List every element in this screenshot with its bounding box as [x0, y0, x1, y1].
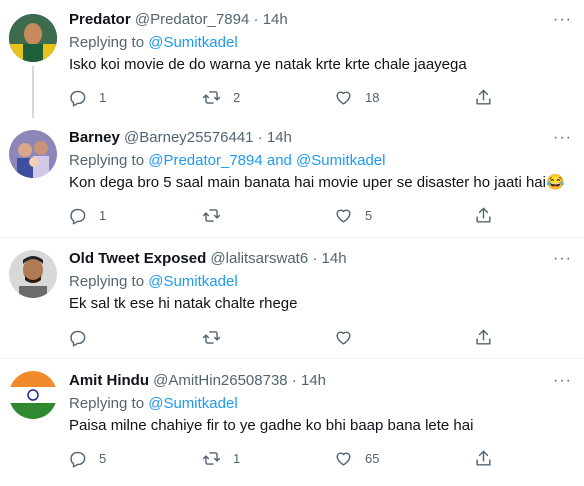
- tweet-header: Amit Hindu @AmitHin26508738 · 14h: [69, 371, 326, 391]
- replying-label: Replying to: [69, 395, 145, 412]
- avatar[interactable]: [9, 371, 57, 419]
- replying-to: Replying to @Sumitkadel: [69, 33, 238, 53]
- separator: ·: [312, 250, 318, 267]
- like-count: 18: [365, 90, 380, 105]
- user-handle[interactable]: @Barney25576441: [124, 129, 254, 146]
- display-name[interactable]: Amit Hindu: [69, 372, 149, 389]
- tweet[interactable]: Amit Hindu @AmitHin26508738 · 14h ··· Re…: [0, 359, 584, 486]
- separator: ·: [257, 129, 263, 146]
- reply-button[interactable]: 1: [68, 206, 106, 225]
- like-icon: [336, 331, 351, 345]
- avatar[interactable]: [9, 130, 57, 178]
- share-icon: [476, 89, 491, 105]
- reply-count: 5: [99, 451, 107, 466]
- tweet-text: Paisa milne chahiye fir to ye gadhe ko b…: [69, 417, 474, 434]
- retweet-button[interactable]: 2: [202, 88, 240, 107]
- timestamp[interactable]: 14h: [301, 372, 326, 389]
- action-bar: 1 2 18: [68, 88, 498, 108]
- like-icon: [336, 91, 351, 105]
- mention-link[interactable]: @Sumitkadel: [148, 34, 237, 51]
- like-icon: [336, 209, 351, 223]
- tweet-text: Kon dega bro 5 saal main banata hai movi…: [69, 174, 565, 191]
- reply-count: 1: [99, 90, 107, 105]
- tweet[interactable]: Old Tweet Exposed @lalitsarswat6 · 14h ·…: [0, 238, 584, 359]
- timestamp[interactable]: 14h: [267, 129, 292, 146]
- tweet-header: Predator @Predator_7894 · 14h: [69, 10, 288, 30]
- reply-button[interactable]: 1: [68, 88, 106, 107]
- share-button[interactable]: [474, 88, 493, 107]
- timestamp[interactable]: 14h: [322, 250, 347, 267]
- like-button[interactable]: 18: [334, 88, 379, 107]
- user-handle[interactable]: @AmitHin26508738: [153, 372, 287, 389]
- share-button[interactable]: [474, 328, 493, 347]
- action-bar: 1 5: [68, 206, 498, 226]
- replying-label: Replying to: [69, 152, 145, 169]
- more-icon[interactable]: ···: [553, 373, 572, 389]
- tweet[interactable]: Predator @Predator_7894 · 14h ··· Replyi…: [0, 0, 584, 118]
- retweet-icon: [202, 331, 221, 344]
- like-count: 65: [365, 451, 380, 466]
- more-icon[interactable]: ···: [553, 12, 572, 28]
- like-count: 5: [365, 208, 373, 223]
- mention-link[interactable]: @Sumitkadel: [148, 273, 237, 290]
- replying-label: Replying to: [69, 34, 145, 51]
- avatar-image: [9, 130, 57, 178]
- tweet-header: Barney @Barney25576441 · 14h: [69, 128, 292, 148]
- retweet-count: 1: [233, 451, 241, 466]
- replying-to: Replying to @Sumitkadel: [69, 272, 238, 292]
- reply-button[interactable]: [68, 328, 99, 347]
- separator: ·: [291, 372, 297, 389]
- action-bar: 5 1 65: [68, 449, 498, 469]
- tweet-text: Isko koi movie de do warna ye natak krte…: [69, 56, 467, 73]
- avatar[interactable]: [9, 250, 57, 298]
- tweet-text: Ek sal tk ese hi natak chalte rhege: [69, 295, 298, 312]
- timestamp[interactable]: 14h: [263, 11, 288, 28]
- like-button[interactable]: 65: [334, 449, 379, 468]
- thread-line: [32, 66, 34, 118]
- retweet-count: 2: [233, 90, 241, 105]
- display-name[interactable]: Old Tweet Exposed: [69, 250, 206, 267]
- share-button[interactable]: [474, 449, 493, 468]
- avatar-image: [9, 371, 57, 419]
- more-icon[interactable]: ···: [553, 130, 572, 146]
- share-icon: [476, 207, 491, 223]
- more-icon[interactable]: ···: [553, 251, 572, 267]
- replying-to: Replying to @Sumitkadel: [69, 394, 238, 414]
- retweet-button[interactable]: [202, 206, 233, 225]
- avatar-image: [9, 250, 57, 298]
- action-bar: [68, 328, 498, 348]
- mention-link[interactable]: @Sumitkadel: [148, 395, 237, 412]
- retweet-icon: [202, 452, 221, 465]
- mention-link[interactable]: @Predator_7894 and @Sumitkadel: [148, 152, 385, 169]
- reply-button[interactable]: 5: [68, 449, 106, 468]
- replying-to: Replying to @Predator_7894 and @Sumitkad…: [69, 151, 385, 171]
- avatar-image: [9, 14, 57, 62]
- reply-icon: [70, 330, 86, 347]
- like-icon: [336, 452, 351, 466]
- retweet-button[interactable]: 1: [202, 449, 240, 468]
- reply-icon: [70, 208, 86, 225]
- tweet[interactable]: Barney @Barney25576441 · 14h ··· Replyin…: [0, 118, 584, 238]
- replying-label: Replying to: [69, 273, 145, 290]
- retweet-icon: [202, 91, 221, 104]
- user-handle[interactable]: @lalitsarswat6: [210, 250, 308, 267]
- retweet-button[interactable]: [202, 328, 233, 347]
- reply-icon: [70, 90, 86, 107]
- display-name[interactable]: Barney: [69, 129, 120, 146]
- separator: ·: [253, 11, 259, 28]
- share-button[interactable]: [474, 206, 493, 225]
- like-button[interactable]: 5: [334, 206, 372, 225]
- like-button[interactable]: [334, 328, 365, 347]
- retweet-icon: [202, 209, 221, 222]
- avatar[interactable]: [9, 14, 57, 62]
- reply-count: 1: [99, 208, 107, 223]
- user-handle[interactable]: @Predator_7894: [135, 11, 249, 28]
- display-name[interactable]: Predator: [69, 11, 131, 28]
- share-icon: [476, 450, 491, 466]
- tweet-header: Old Tweet Exposed @lalitsarswat6 · 14h: [69, 249, 347, 269]
- share-icon: [476, 329, 491, 345]
- reply-icon: [70, 451, 86, 468]
